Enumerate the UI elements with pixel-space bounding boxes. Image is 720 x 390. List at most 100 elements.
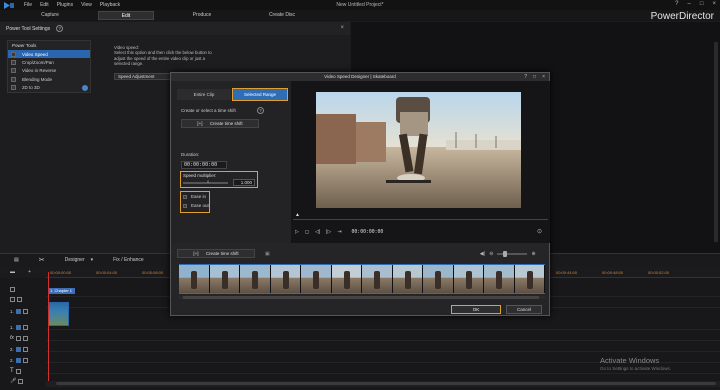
help-circle-icon[interactable]: ?: [56, 25, 64, 32]
maximize-icon[interactable]: □: [700, 1, 704, 7]
delete-icon[interactable]: ▣: [265, 251, 270, 257]
tool-item-crop-zoom-pan[interactable]: Crop/Zoom/Pan: [8, 58, 90, 66]
track-enable-icon[interactable]: [15, 308, 21, 314]
track-lock-icon[interactable]: [22, 324, 28, 330]
playhead[interactable]: [48, 272, 49, 386]
track-check-icon[interactable]: [15, 368, 21, 374]
zoom-out-icon[interactable]: ⊖: [489, 251, 493, 257]
tool-item-2d-to-3d[interactable]: 2D to 3D: [8, 84, 90, 92]
checkbox[interactable]: [11, 60, 16, 66]
chapter-marker[interactable]: 1. Chapter 1: [48, 288, 75, 294]
tab-entire-clip[interactable]: Entire Clip: [177, 89, 231, 100]
track-check-icon[interactable]: [18, 378, 24, 384]
help-icon[interactable]: ?: [675, 1, 678, 7]
ease-in-option[interactable]: Ease in: [181, 192, 209, 201]
scissors-icon[interactable]: ✂: [39, 256, 45, 264]
skater-thumbnail: [526, 271, 533, 289]
filmstrip-scroll-thumb[interactable]: [183, 296, 539, 299]
track-lock-icon[interactable]: [22, 308, 28, 314]
play-icon[interactable]: ▷: [295, 229, 299, 235]
speed-multiplier-input[interactable]: 1.000: [233, 179, 255, 186]
create-time-shift-button[interactable]: [+] Create time shift: [181, 119, 259, 128]
zoom-in-icon[interactable]: +: [28, 269, 31, 275]
ease-out-option[interactable]: Ease out: [181, 201, 209, 210]
audio-enable-icon[interactable]: [15, 324, 21, 330]
fix-enhance-button[interactable]: Fix / Enhance: [113, 257, 144, 263]
tab-edit[interactable]: Edit: [98, 11, 154, 20]
zoom-out-icon[interactable]: ▬: [10, 269, 15, 275]
menu-view[interactable]: View: [81, 2, 92, 8]
dialog-title: Video Speed Designer | Skateboard: [324, 74, 396, 79]
scrollbar[interactable]: [714, 42, 718, 242]
fast-forward-icon[interactable]: ⇥: [337, 229, 341, 235]
title-bar: File Edit Plugins View Playback New Unti…: [0, 0, 720, 10]
ease-out-checkbox[interactable]: [183, 203, 187, 208]
playback-controls: ▷ ◻ ◁| |▷ ⇥ 00:00:00:00: [295, 229, 383, 235]
strip-create-time-shift-label: Create time shift: [205, 251, 239, 256]
tool-item-video-in-reverse[interactable]: Video in Reverse: [8, 67, 90, 75]
close-icon[interactable]: ×: [542, 73, 545, 81]
next-frame-icon[interactable]: |▷: [326, 229, 331, 235]
chevron-down-icon[interactable]: ▾: [91, 257, 94, 263]
help-icon[interactable]: ?: [524, 73, 527, 81]
scrubber-handle-icon[interactable]: ▲: [295, 212, 300, 218]
track-check-icon[interactable]: [15, 335, 21, 341]
video-clip[interactable]: [48, 302, 69, 326]
designer-dropdown[interactable]: Designer: [65, 257, 85, 263]
track-manager-icon[interactable]: ▤: [14, 257, 19, 263]
speed-adjustment-button[interactable]: Speed Adjustment: [114, 73, 176, 80]
menu-playback[interactable]: Playback: [100, 2, 120, 8]
close-panel-icon[interactable]: ×: [340, 25, 344, 31]
scrollbar-thumb[interactable]: [56, 382, 716, 385]
tab-produce[interactable]: Produce: [162, 11, 242, 20]
track-check-icon[interactable]: [17, 296, 22, 302]
checkbox[interactable]: [11, 68, 16, 74]
track-box-icon[interactable]: [10, 296, 15, 302]
info-icon[interactable]: ?: [257, 107, 264, 114]
dialog-settings-pane: Entire Clip Selected Range Create or sel…: [171, 81, 291, 243]
snapshot-icon[interactable]: ⊙: [537, 228, 542, 235]
previous-frame-icon[interactable]: ◁|: [315, 229, 320, 235]
zoom-slider[interactable]: [497, 250, 528, 257]
volume-icon[interactable]: ◀): [480, 251, 486, 257]
preview-scrubber[interactable]: [293, 219, 548, 220]
tool-item-blending-mode[interactable]: Blending Mode: [8, 75, 90, 83]
tool-item-video-speed[interactable]: Video Speed: [8, 50, 90, 59]
track-lock-icon[interactable]: [10, 286, 15, 292]
ok-button[interactable]: OK: [451, 305, 501, 314]
menu-edit[interactable]: Edit: [40, 2, 49, 8]
maximize-icon[interactable]: □: [533, 73, 536, 81]
stop-icon[interactable]: ◻: [305, 229, 309, 235]
filmstrip-scrollbar[interactable]: [179, 296, 545, 299]
minimize-icon[interactable]: –: [688, 1, 691, 7]
skater-thumbnail: [343, 271, 350, 289]
clip-filmstrip[interactable]: [179, 264, 545, 294]
tab-capture[interactable]: Capture: [10, 11, 90, 20]
zoom-in-icon[interactable]: ⊕: [531, 251, 535, 257]
tab-selected-range[interactable]: Selected Range: [232, 88, 288, 101]
menu-file[interactable]: File: [24, 2, 32, 8]
close-icon[interactable]: ×: [712, 1, 716, 7]
speed-slider[interactable]: [183, 182, 228, 184]
3d-settings-icon[interactable]: [82, 84, 88, 91]
duration-field[interactable]: 00:00:00:00: [181, 161, 227, 169]
menu-plugins[interactable]: Plugins: [57, 2, 73, 8]
timeline-scrollbar[interactable]: [46, 381, 720, 387]
track-header-voice: 🎤︎: [0, 376, 46, 386]
audio-enable-icon[interactable]: [15, 357, 21, 363]
cancel-button[interactable]: Cancel: [506, 305, 542, 314]
strip-create-time-shift-button[interactable]: [+] Create time shift: [177, 249, 255, 258]
filmstrip-frame: [301, 265, 332, 293]
track-enable-icon[interactable]: [15, 346, 21, 352]
track-lock-icon[interactable]: [22, 357, 28, 363]
track-lock-icon[interactable]: [22, 346, 28, 352]
tab-create-disc[interactable]: Create Disc: [242, 11, 322, 20]
track-lock-icon[interactable]: [22, 335, 28, 341]
checkbox[interactable]: [11, 51, 16, 57]
ease-in-checkbox[interactable]: [183, 194, 187, 199]
tool-label: 2D to 3D: [22, 85, 40, 91]
checkbox[interactable]: [11, 85, 16, 91]
zoom-slider-knob[interactable]: [503, 250, 508, 257]
ruler-tick-label: 00:00:44:00: [556, 270, 578, 275]
checkbox[interactable]: [11, 76, 16, 82]
